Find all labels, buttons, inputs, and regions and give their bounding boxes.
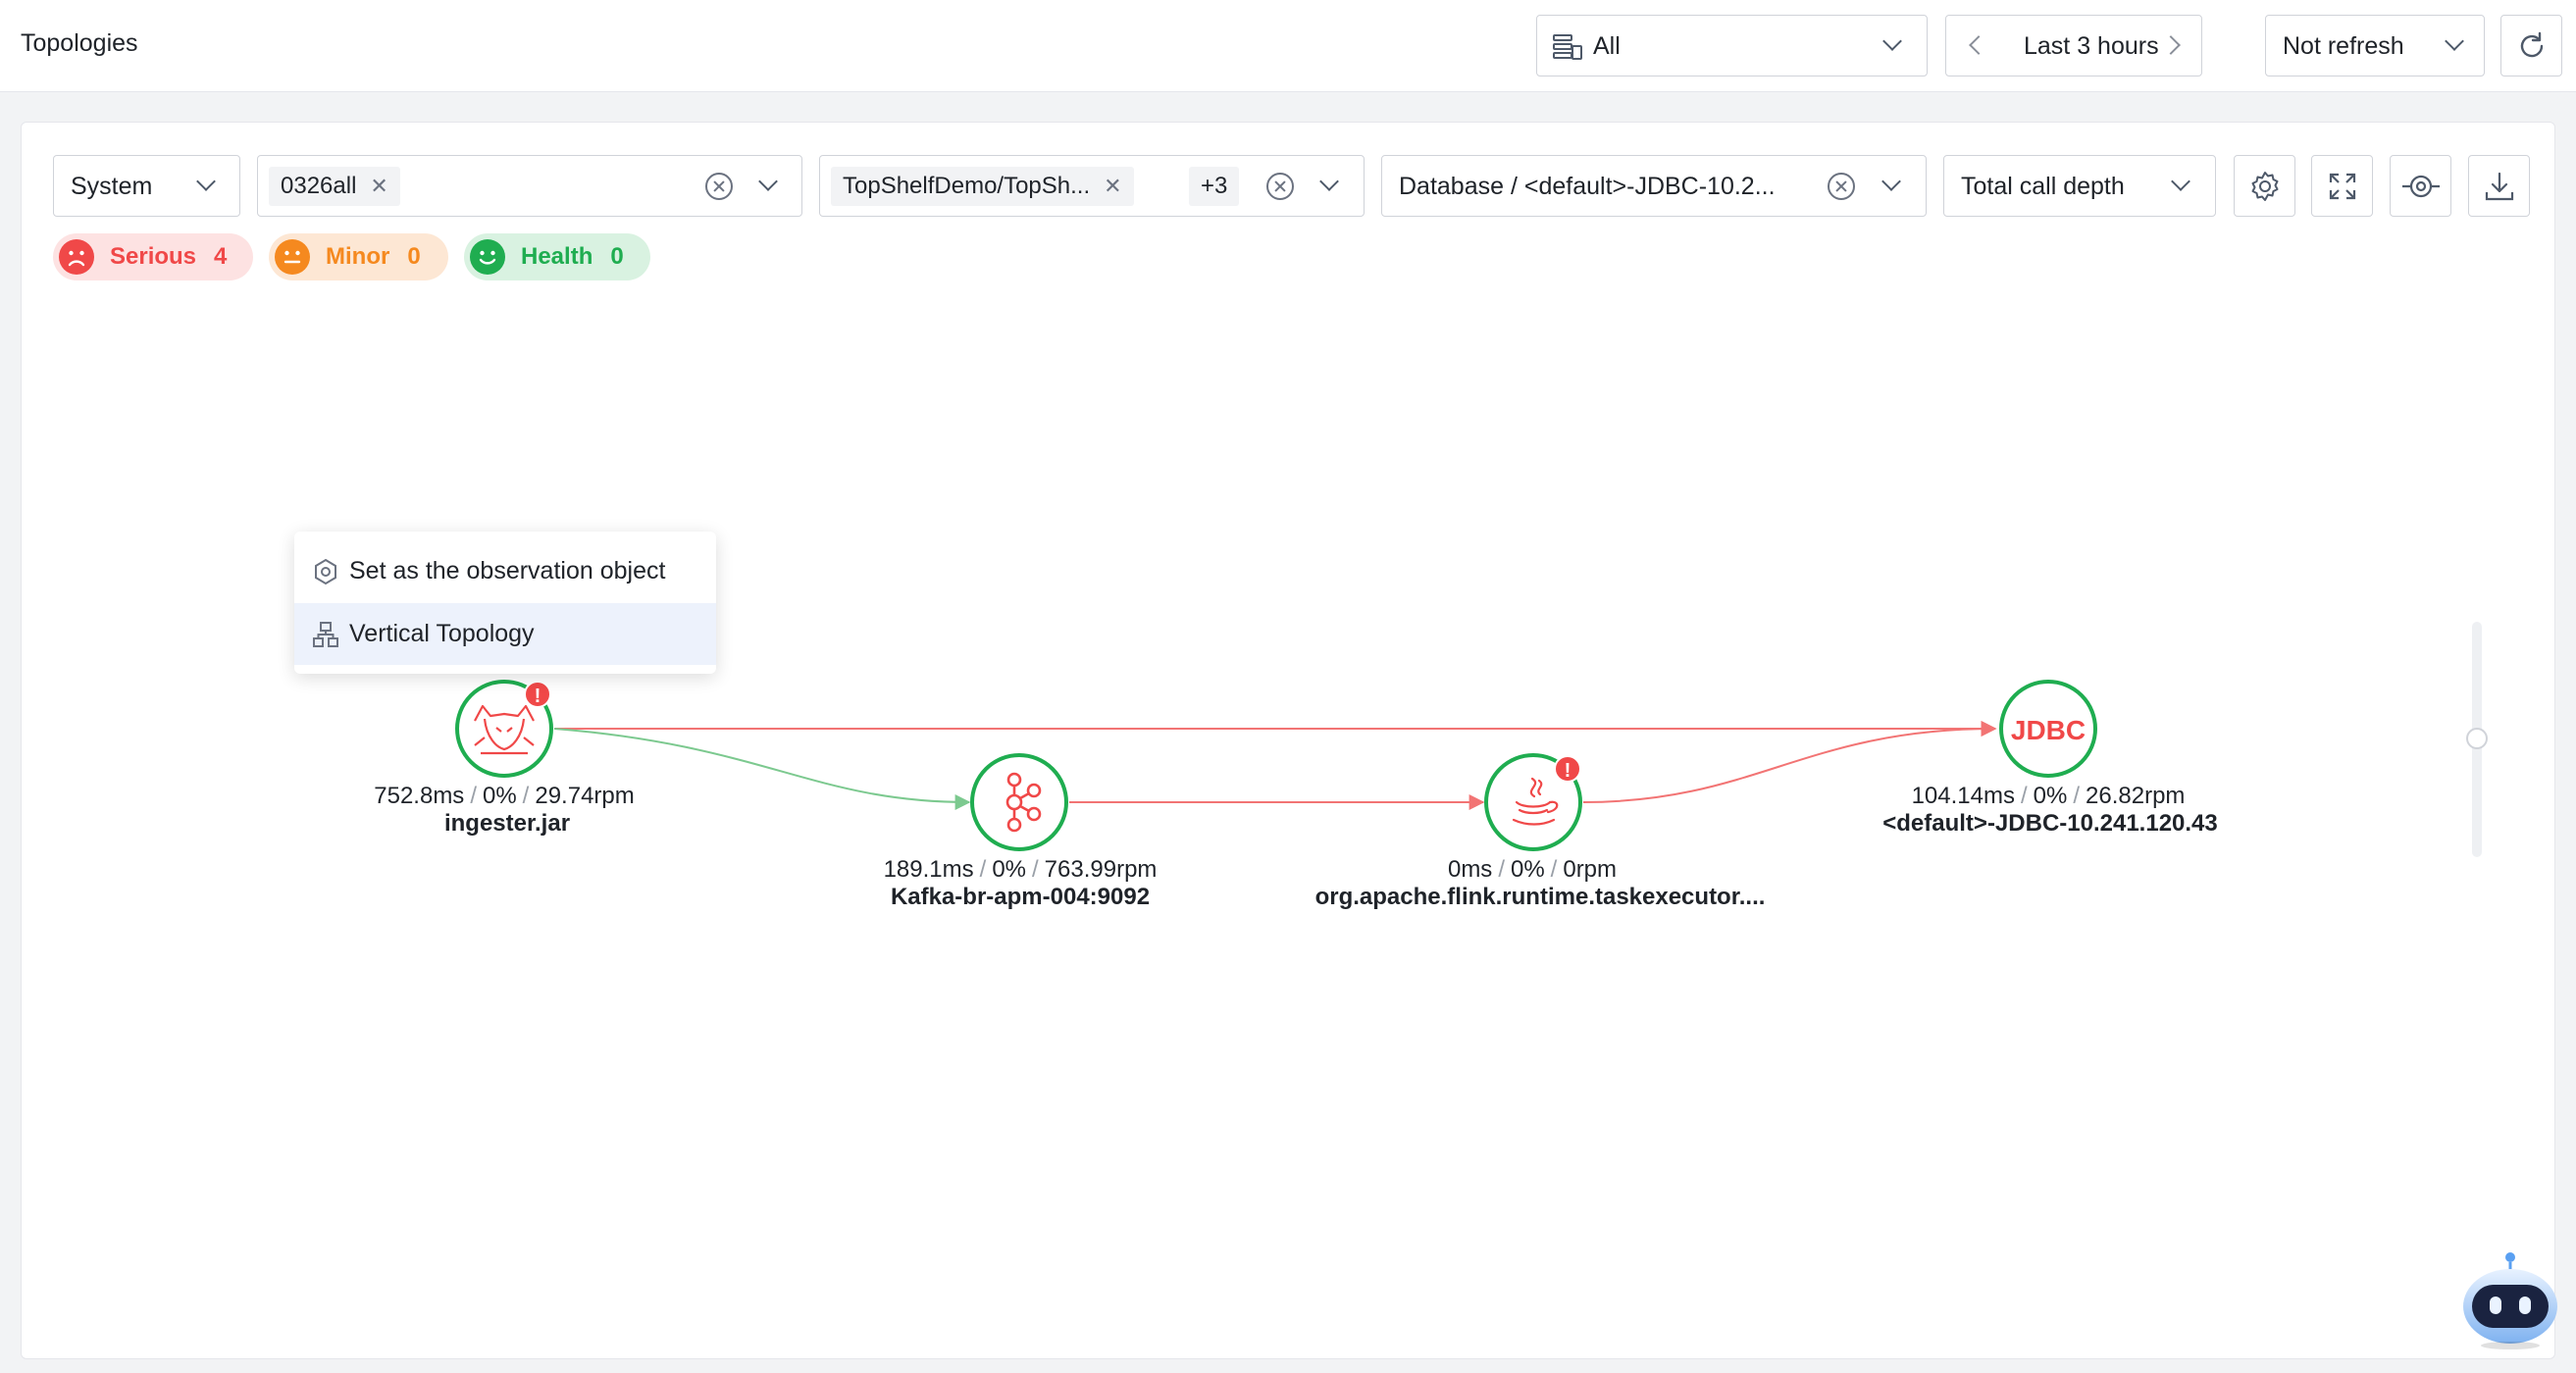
hierarchy-icon bbox=[313, 622, 338, 647]
node-ingester[interactable]: ! bbox=[455, 680, 553, 778]
zoom-slider-handle[interactable] bbox=[2466, 728, 2488, 749]
observation-icon bbox=[315, 558, 336, 585]
node-context-menu: Set as the observation object Vertical T… bbox=[294, 532, 716, 674]
node-jdbc[interactable]: JDBC bbox=[1999, 680, 2097, 778]
assistant-robot-icon[interactable] bbox=[2458, 1247, 2562, 1351]
node-name[interactable]: ingester.jar bbox=[444, 810, 570, 838]
menu-item-label: Set as the observation object bbox=[349, 557, 666, 585]
node-metrics: 104.14ms/0%/26.82rpm bbox=[1911, 783, 2186, 809]
menu-item-label: Vertical Topology bbox=[349, 620, 535, 647]
node-metrics: 752.8ms/0%/29.74rpm bbox=[374, 783, 635, 809]
node-name[interactable]: Kafka-br-apm-004:9092 bbox=[891, 884, 1150, 911]
node-name[interactable]: org.apache.flink.runtime.taskexecutor...… bbox=[1315, 884, 1766, 911]
node-metrics: 189.1ms/0%/763.99rpm bbox=[883, 856, 1158, 883]
svg-text:!: ! bbox=[1565, 760, 1571, 782]
menu-item-vertical-topology[interactable]: Vertical Topology bbox=[294, 603, 716, 665]
jdbc-icon: JDBC bbox=[2011, 715, 2086, 745]
node-name[interactable]: <default>-JDBC-10.241.120.43 bbox=[1882, 810, 2218, 838]
topology-graph[interactable]: ! ! JDBC bbox=[0, 0, 2576, 1373]
svg-text:!: ! bbox=[535, 686, 541, 707]
node-kafka[interactable] bbox=[970, 753, 1068, 851]
node-metrics: 0ms/0%/0rpm bbox=[1447, 856, 1618, 883]
menu-item-set-observation[interactable]: Set as the observation object bbox=[294, 540, 716, 602]
node-flink[interactable]: ! bbox=[1484, 753, 1582, 851]
